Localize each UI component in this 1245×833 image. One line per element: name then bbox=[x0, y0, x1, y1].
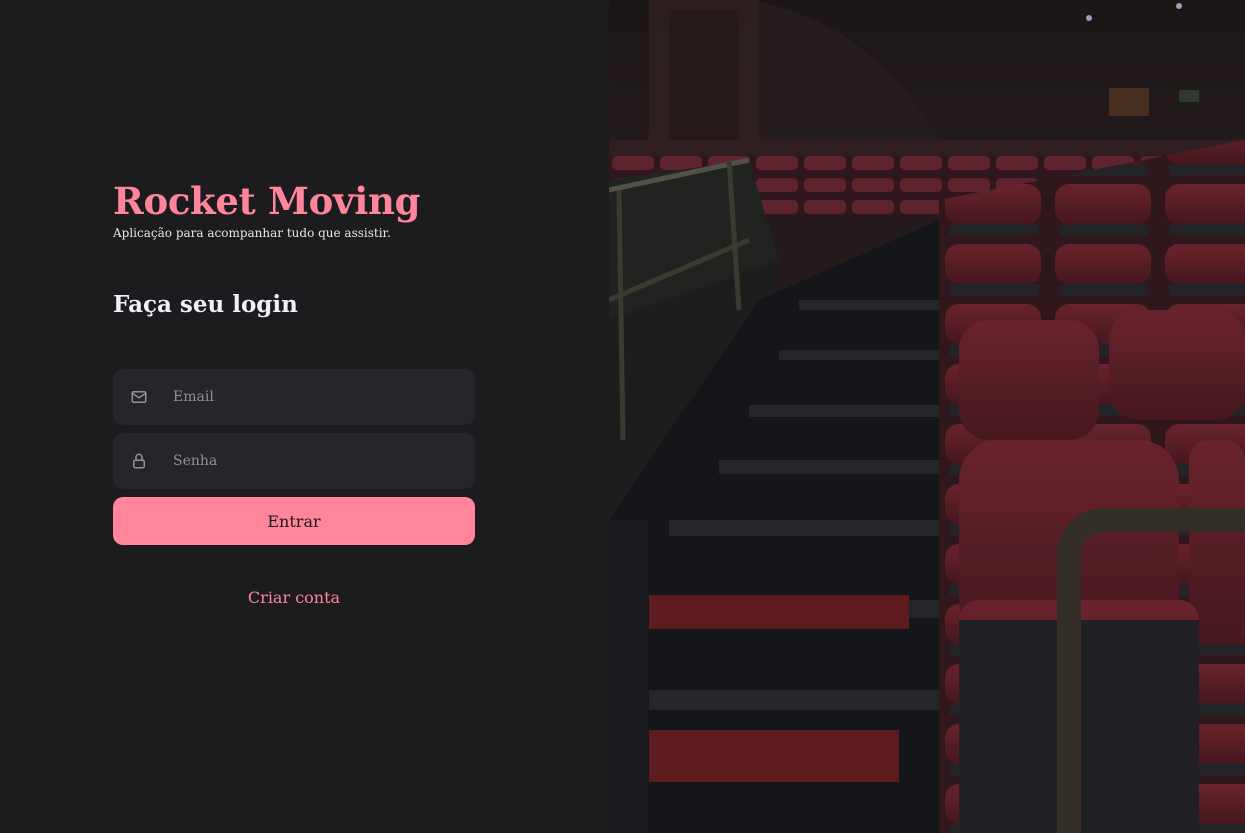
email-input[interactable] bbox=[171, 376, 465, 418]
theater-illustration bbox=[609, 0, 1245, 833]
password-input[interactable] bbox=[171, 440, 465, 482]
theater-background-image bbox=[609, 0, 1245, 833]
brand-title: Rocket Moving bbox=[113, 179, 421, 223]
login-button[interactable]: Entrar bbox=[113, 497, 475, 545]
brand-subtitle: Aplicação para acompanhar tudo que assis… bbox=[113, 226, 391, 240]
login-heading: Faça seu login bbox=[113, 291, 298, 318]
lock-icon bbox=[129, 451, 149, 471]
login-panel: Rocket Moving Aplicação para acompanhar … bbox=[0, 0, 609, 833]
password-field[interactable] bbox=[113, 433, 475, 489]
login-page: Rocket Moving Aplicação para acompanhar … bbox=[0, 0, 1245, 833]
email-field[interactable] bbox=[113, 369, 475, 425]
create-account-link[interactable]: Criar conta bbox=[113, 588, 475, 608]
mail-icon bbox=[129, 387, 149, 407]
